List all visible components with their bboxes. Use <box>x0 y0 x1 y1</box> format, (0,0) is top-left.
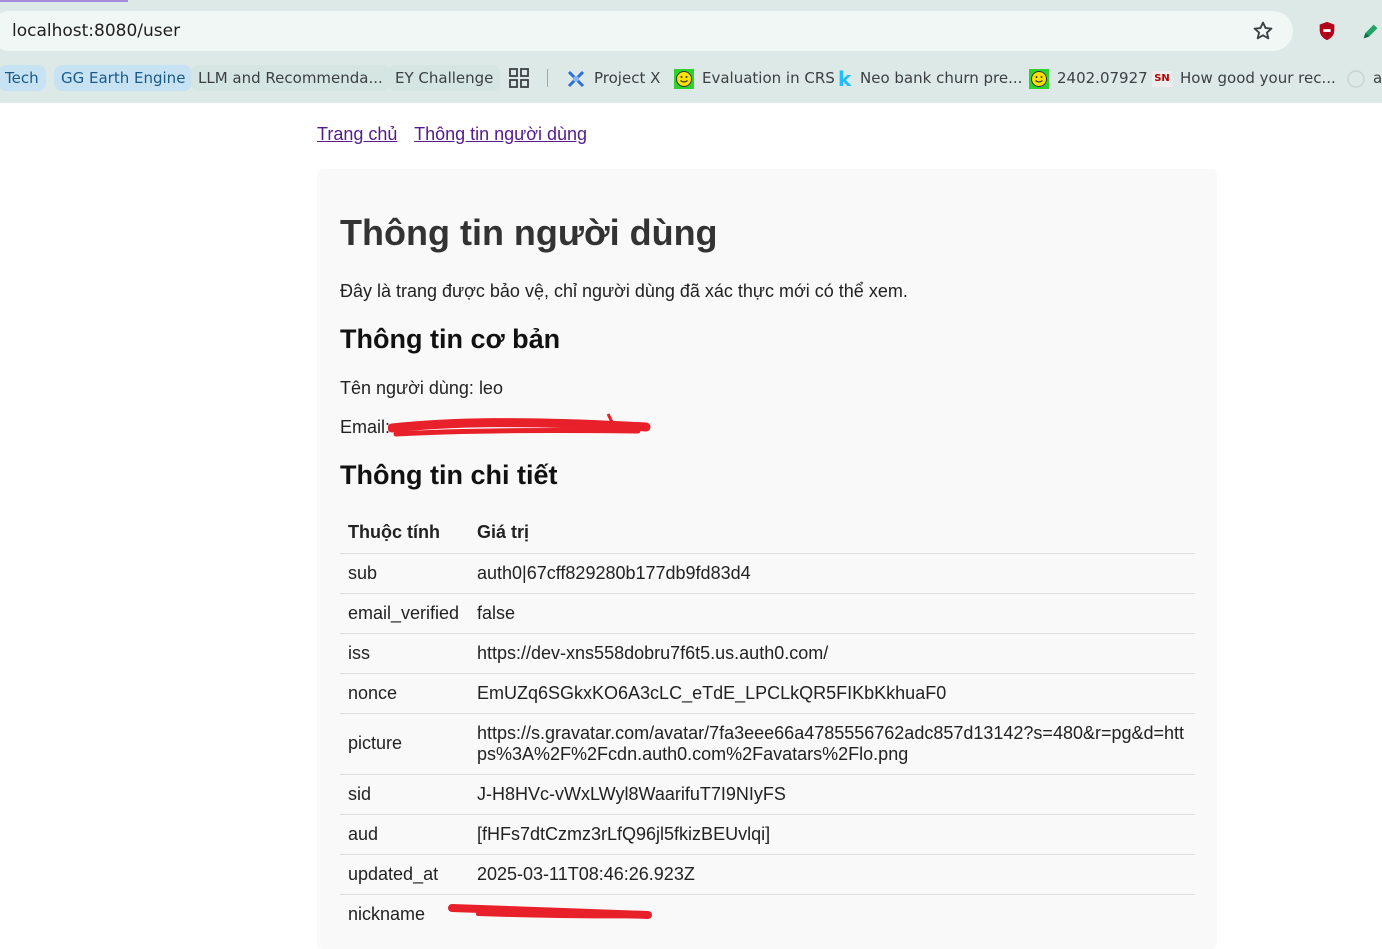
attribute-value: false <box>469 592 1195 633</box>
bookmark-label: ar <box>1373 69 1382 87</box>
email-line: Email: <box>340 417 390 438</box>
table-row: sid J-H8HVc-vWxLWyl8WaarifuT7I9NIyFS <box>340 773 1195 814</box>
bookmark-project-x[interactable]: Project X <box>566 62 660 94</box>
attribute-key: sub <box>340 552 469 593</box>
attribute-value: 2025-03-11T08:46:26.923Z <box>469 853 1195 894</box>
bookmark-label: 2402.07927 <box>1057 69 1148 87</box>
projectx-icon <box>567 70 585 87</box>
table-row: nonce EmUZq6SGkxKO6A3cLC_eTdE_LPCLkQR5FI… <box>340 672 1195 713</box>
table-row: iss https://dev-xns558dobru7f6t5.us.auth… <box>340 632 1195 673</box>
sn-icon: SN <box>1152 70 1172 87</box>
table-header-row: Thuộc tính Giá trị <box>340 512 1195 553</box>
attribute-key: iss <box>340 632 469 673</box>
email-redaction-scribble <box>388 413 651 437</box>
attribute-key: picture <box>340 712 469 774</box>
bookmark-label: Project X <box>594 69 661 87</box>
attribute-key: email_verified <box>340 592 469 633</box>
bookmark-label: LLM and Recommenda... <box>198 69 383 87</box>
attribute-value: https://s.gravatar.com/avatar/7fa3eee66a… <box>469 712 1195 774</box>
browser-toolbar: localhost:8080/user Tech GG Earth Engine… <box>0 0 1382 103</box>
table-row: email_verified false <box>340 592 1195 633</box>
bookmark-label: Neo bank churn pre... <box>860 69 1023 87</box>
basic-info-heading: Thông tin cơ bản <box>340 324 561 354</box>
attribute-value: https://dev-xns558dobru7f6t5.us.auth0.co… <box>469 632 1195 673</box>
bookmark-label: GG Earth Engine <box>61 69 186 87</box>
smiley-icon <box>674 68 694 89</box>
attribute-key: aud <box>340 813 469 854</box>
attribute-key: sid <box>340 773 469 814</box>
nickname-redaction-scribble <box>448 904 652 919</box>
bookmarks-bar: Tech GG Earth Engine LLM and Recommenda.… <box>0 62 1382 94</box>
attribute-key: updated_at <box>340 853 469 894</box>
bookmark-label: EY Challenge <box>395 69 494 87</box>
bookmark-group-gg-earth-engine[interactable]: GG Earth Engine <box>54 65 193 91</box>
column-header-value: Giá trị <box>477 521 530 542</box>
top-nav: Trang chủ Thông tin người dùng <box>317 124 599 145</box>
email-label: Email: <box>340 417 391 437</box>
bookmark-star-icon[interactable] <box>1252 20 1274 42</box>
table-row: picture https://s.gravatar.com/avatar/7f… <box>340 712 1195 774</box>
shield-extension-icon[interactable] <box>1316 20 1338 42</box>
bookmark-label: Evaluation in CRS <box>702 69 835 87</box>
table-row: sub auth0|67cff829280b177db9fd83d4 <box>340 552 1195 593</box>
attribute-value: [fHFs7dtCzmz3rLfQ96jl5fkizBEUvlqi] <box>469 813 1195 854</box>
bookmark-group-ey-challenge[interactable]: EY Challenge <box>388 65 501 91</box>
attribute-value: EmUZq6SGkxKO6A3cLC_eTdE_LPCLkQR5FIKbKkhu… <box>469 672 1195 713</box>
attribute-value: auth0|67cff829280b177db9fd83d4 <box>469 552 1195 593</box>
apps-grid-icon[interactable] <box>509 68 529 88</box>
pen-extension-icon[interactable] <box>1360 20 1382 42</box>
bookmark-how-good-your-rec[interactable]: SN How good your rec... <box>1152 62 1336 94</box>
bookmark-github[interactable]: ar <box>1347 62 1382 94</box>
table-row: aud [fHFs7dtCzmz3rLfQ96jl5fkizBEUvlqi] <box>340 813 1195 854</box>
github-icon <box>1347 69 1365 88</box>
bookmark-2402-07927[interactable]: 2402.07927 <box>1029 62 1148 94</box>
nav-link-home[interactable]: Trang chủ <box>317 124 397 144</box>
attribute-key: nonce <box>340 672 469 713</box>
bookmark-label: How good your rec... <box>1180 69 1336 87</box>
bookmark-evaluation-crs[interactable]: Evaluation in CRS <box>674 62 835 94</box>
smiley-icon <box>1029 68 1049 89</box>
column-header-attribute: Thuộc tính <box>348 521 440 542</box>
detail-info-heading: Thông tin chi tiết <box>340 460 558 490</box>
bookmark-group-llm[interactable]: LLM and Recommenda... <box>191 65 390 91</box>
address-bar[interactable] <box>0 11 1293 51</box>
table-row: updated_at 2025-03-11T08:46:26.923Z <box>340 853 1195 894</box>
loading-indicator <box>0 0 128 2</box>
protected-page-notice: Đây là trang được bảo vệ, chỉ người dùng… <box>340 281 908 301</box>
bookmarks-separator <box>547 69 548 87</box>
bookmark-neo-bank[interactable]: k Neo bank churn pre... <box>838 62 1022 94</box>
bookmark-label: Tech <box>5 69 39 87</box>
page-title: Thông tin người dùng <box>340 212 718 253</box>
nav-link-user-info[interactable]: Thông tin người dùng <box>414 124 587 144</box>
kaggle-k-icon: k <box>838 66 852 91</box>
bookmark-group-tech[interactable]: Tech <box>0 65 46 91</box>
username-line: Tên người dùng: leo <box>340 378 503 398</box>
url-text[interactable]: localhost:8080/user <box>12 21 180 41</box>
user-attributes-table: Thuộc tính Giá trị sub auth0|67cff829280… <box>340 512 1195 934</box>
attribute-value: J-H8HVc-vWxLWyl8WaarifuT7I9NIyFS <box>469 773 1195 814</box>
